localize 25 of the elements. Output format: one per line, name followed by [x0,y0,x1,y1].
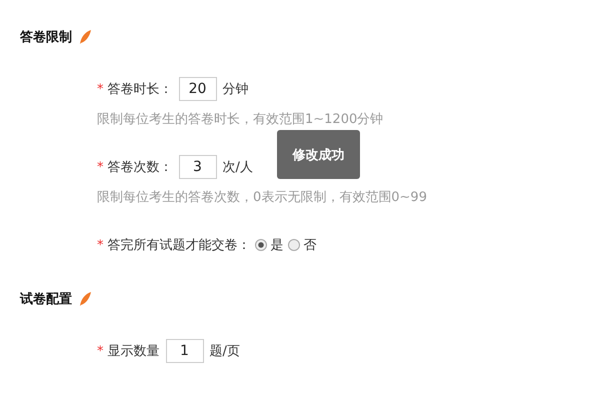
field-label: 答卷时长： [108,81,172,98]
field-label: 答完所有试题才能交卷： [108,237,250,254]
number-input[interactable]: 20 [178,77,216,101]
section-title: 试卷配置 [20,291,72,308]
required-mark: * [97,344,104,358]
feather-icon [78,29,92,45]
required-mark: * [97,82,104,96]
required-mark: * [97,160,104,174]
radio-button[interactable] [288,239,300,251]
required-mark: * [97,238,104,252]
radio-label: 否 [304,237,316,254]
field-label: 显示数量 [108,343,160,360]
number-input[interactable]: 1 [166,339,204,363]
toast-message: 修改成功 [277,130,360,179]
number-input[interactable]: 3 [178,155,216,179]
unit-label: 分钟 [222,81,248,98]
hint-text: 限制每位考生的答卷次数，0表示无限制，有效范围0~99 [97,189,428,206]
unit-label: 次/人 [222,159,253,176]
feather-icon [78,291,92,307]
radio-label: 是 [270,237,284,254]
field-label: 答卷次数： [108,159,172,176]
radio-button[interactable] [254,239,266,251]
hint-text: 限制每位考生的答卷时长，有效范围1~1200分钟 [97,111,384,128]
unit-label: 题/页 [210,343,240,360]
section-title: 答卷限制 [20,29,72,46]
